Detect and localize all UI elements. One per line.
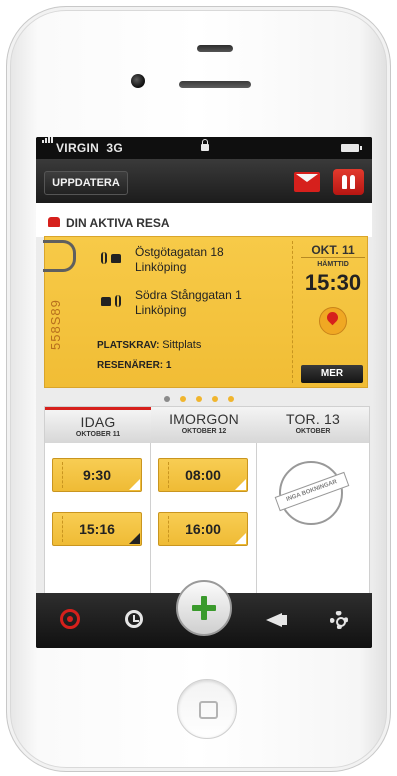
tab-active-trip[interactable] — [50, 601, 90, 641]
seat-value: Sittplats — [162, 339, 202, 351]
new-trip-button[interactable] — [176, 580, 232, 636]
day-header[interactable]: TOR. 13 OKTOBER — [257, 407, 369, 443]
trip-ticket[interactable]: 08:00 — [158, 458, 248, 492]
day-column-thursday: TOR. 13 OKTOBER INGA BOKNINGAR — [257, 407, 369, 597]
trip-time: 16:00 — [185, 521, 221, 537]
walk-icon — [115, 295, 121, 307]
earpiece-slot — [179, 81, 251, 88]
map-pin-icon[interactable] — [319, 307, 347, 335]
pickup-time: 15:30 — [304, 270, 362, 295]
day-name: TOR. 13 — [285, 411, 341, 427]
history-icon — [125, 610, 143, 628]
app-screen: VIRGIN 3G UPPDATERA DIN AKTIVA RESA 558S… — [36, 137, 372, 648]
update-button[interactable]: UPPDATERA — [44, 171, 128, 195]
day-name: IDAG — [80, 414, 116, 430]
stamp-text: INGA BOKNINGAR — [274, 471, 350, 512]
seat-requirement: PLATSKRAV: Sittplats — [97, 339, 201, 351]
home-square-icon — [199, 701, 218, 719]
car-icon — [111, 254, 121, 263]
walk-icon — [101, 252, 107, 264]
car-icon — [48, 217, 60, 227]
to-stop: Södra Stånggatan 1 Linköping — [135, 288, 242, 318]
day-date: OKTOBER — [295, 428, 331, 435]
pickup-date: OKT. 11 — [301, 243, 365, 258]
from-street: Östgötagatan 18 — [135, 245, 224, 259]
active-trip-header: DIN AKTIVA RESA — [36, 203, 372, 237]
tab-history[interactable] — [114, 601, 154, 641]
day-date: OKTOBER 12 — [181, 428, 227, 435]
day-column-tomorrow: IMORGON OKTOBER 12 08:00 16:00 — [151, 407, 257, 597]
day-column-today: IDAG OKTOBER 11 9:30 15:16 — [45, 407, 151, 597]
tab-announcements[interactable] — [256, 601, 296, 641]
page-dot[interactable] — [164, 396, 170, 402]
pickup-label: HÄMTTID — [317, 261, 349, 268]
passengers: RESENÄRER: 1 — [97, 360, 171, 371]
day-header[interactable]: IDAG OKTOBER 11 — [45, 407, 151, 443]
front-camera — [131, 74, 145, 88]
carrier-name: VIRGIN — [56, 141, 100, 155]
status-bar: VIRGIN 3G — [36, 137, 372, 159]
passengers-label: RESENÄRER: — [97, 360, 164, 371]
tab-settings[interactable] — [318, 601, 358, 641]
day-overview: IDAG OKTOBER 11 9:30 15:16 IMORGON OKTOB… — [44, 406, 370, 598]
ticket-id: 558S89 — [48, 299, 63, 351]
no-bookings-stamp: INGA BOKNINGAR — [274, 461, 350, 525]
earpiece-speaker — [197, 45, 233, 52]
passengers-value: 1 — [165, 360, 172, 371]
active-trip-title: DIN AKTIVA RESA — [66, 216, 170, 230]
to-city: Linköping — [135, 303, 187, 317]
day-date: OKTOBER 11 — [75, 431, 121, 438]
pickup-box: OKT. 11 HÄMTTID 15:30 — [301, 243, 365, 296]
nav-bar: UPPDATERA — [36, 159, 372, 203]
from-city: Linköping — [135, 260, 187, 274]
car-icon — [101, 297, 111, 306]
more-button[interactable]: MER — [301, 365, 363, 383]
trip-time: 9:30 — [82, 467, 112, 483]
to-street: Södra Stånggatan 1 — [135, 288, 242, 302]
seat-label: PLATSKRAV: — [97, 340, 160, 351]
battery-icon — [341, 144, 362, 152]
trip-time: 15:16 — [79, 521, 115, 537]
day-name: IMORGON — [169, 411, 239, 427]
active-trip-ticket[interactable]: 558S89 Östgötagatan 18 Linköping Södra S… — [43, 236, 368, 388]
ticket-hook — [43, 240, 76, 272]
carrier-text: VIRGIN 3G — [56, 141, 123, 155]
from-stop: Östgötagatan 18 Linköping — [135, 245, 224, 275]
page-indicator — [164, 396, 244, 404]
ticket-perforation — [292, 241, 294, 383]
trip-ticket[interactable]: 9:30 — [52, 458, 142, 492]
page-dot[interactable] — [180, 396, 186, 402]
page-dot[interactable] — [228, 396, 234, 402]
megaphone-icon — [266, 613, 287, 627]
people-icon[interactable] — [333, 169, 364, 195]
trip-ticket[interactable]: 15:16 — [52, 512, 142, 546]
tab-bar — [36, 580, 372, 648]
lock-icon — [201, 139, 209, 151]
main-content: DIN AKTIVA RESA 558S89 Östgötagatan 18 L… — [36, 203, 372, 598]
trip-ticket[interactable]: 16:00 — [158, 512, 248, 546]
network-type: 3G — [106, 141, 124, 155]
page-dot[interactable] — [196, 396, 202, 402]
target-icon — [60, 609, 80, 629]
day-header[interactable]: IMORGON OKTOBER 12 — [151, 407, 257, 443]
page-dot[interactable] — [212, 396, 218, 402]
mail-icon[interactable] — [294, 172, 320, 192]
trip-time: 08:00 — [185, 467, 221, 483]
gear-icon — [330, 611, 348, 629]
